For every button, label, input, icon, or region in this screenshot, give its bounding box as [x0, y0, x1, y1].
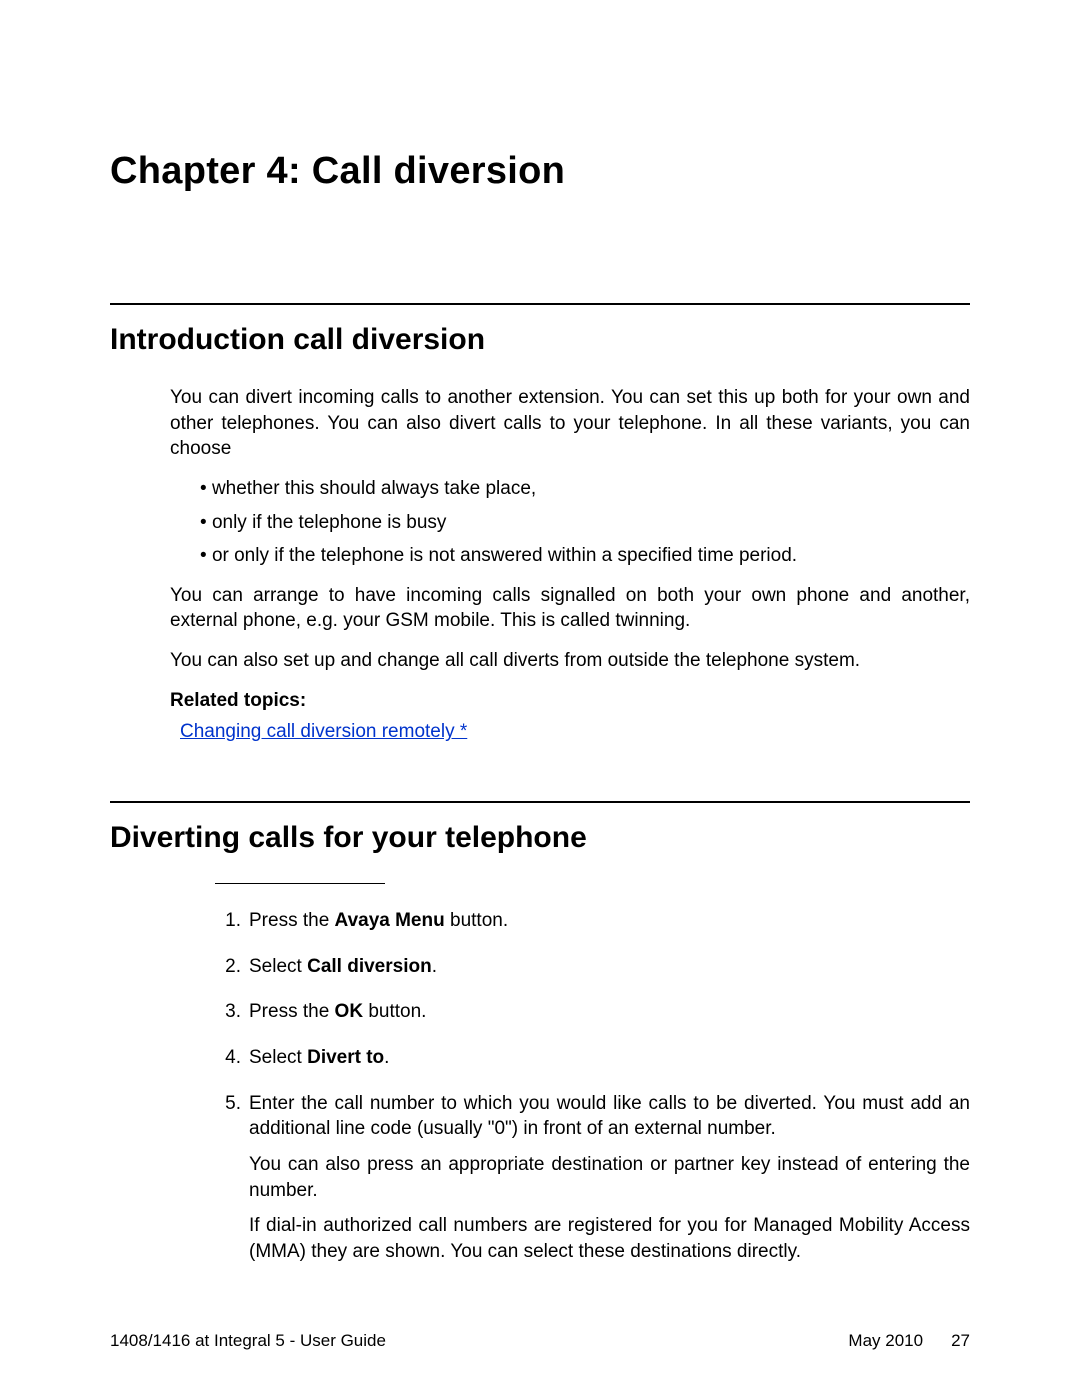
intro-para-2: You can arrange to have incoming calls s… [170, 583, 970, 634]
short-rule [215, 883, 385, 884]
section1-title: Introduction call diversion [110, 323, 970, 357]
section-rule [110, 801, 970, 803]
step-5: 5. Enter the call number to which you wo… [215, 1091, 970, 1275]
bullet-3: or only if the telephone is not answered… [200, 543, 970, 569]
bold-text: Avaya Menu [335, 910, 445, 931]
step-number: 1. [215, 908, 241, 944]
step-text: Press the OK button. [249, 999, 970, 1035]
bullet-1: whether this should always take place, [200, 476, 970, 502]
step-4: 4. Select Divert to. [215, 1045, 970, 1081]
related-topics-label: Related topics: [170, 688, 970, 714]
section2-title: Diverting calls for your telephone [110, 821, 970, 855]
section2: Diverting calls for your telephone 1. Pr… [110, 801, 970, 1274]
intro-bullets: whether this should always take place, o… [200, 476, 970, 569]
text: Select [249, 1047, 307, 1068]
text: Press the [249, 1001, 335, 1022]
footer-doc-title: 1408/1416 at Integral 5 - User Guide [110, 1331, 386, 1351]
text: . [384, 1047, 389, 1068]
step-number: 5. [215, 1091, 241, 1275]
footer-page-number: 27 [951, 1331, 970, 1351]
steps-list: 1. Press the Avaya Menu button. 2. Selec… [215, 908, 970, 1274]
section-rule [110, 303, 970, 305]
bold-text: Divert to [307, 1047, 384, 1068]
step-1: 1. Press the Avaya Menu button. [215, 908, 970, 944]
step-number: 3. [215, 999, 241, 1035]
related-topic-link[interactable]: Changing call diversion remotely * [180, 719, 467, 745]
text: Select [249, 956, 307, 977]
bold-text: Call diversion [307, 956, 432, 977]
step-number: 4. [215, 1045, 241, 1081]
bold-text: OK [335, 1001, 364, 1022]
step-text: Press the Avaya Menu button. [249, 908, 970, 944]
text: button. [445, 910, 508, 931]
text: button. [363, 1001, 426, 1022]
section1-body: You can divert incoming calls to another… [170, 385, 970, 745]
step5-p2: You can also press an appropriate destin… [249, 1152, 970, 1203]
footer-date: May 2010 [848, 1331, 923, 1351]
intro-para-1: You can divert incoming calls to another… [170, 385, 970, 462]
page: Chapter 4: Call diversion Introduction c… [0, 0, 1080, 1397]
text: Press the [249, 910, 335, 931]
step-text: Select Call diversion. [249, 954, 970, 990]
chapter-title: Chapter 4: Call diversion [110, 150, 970, 193]
step5-p1: Enter the call number to which you would… [249, 1091, 970, 1142]
step-2: 2. Select Call diversion. [215, 954, 970, 990]
text: . [432, 956, 437, 977]
intro-para-3: You can also set up and change all call … [170, 648, 970, 674]
step5-p3: If dial-in authorized call numbers are r… [249, 1213, 970, 1264]
step-number: 2. [215, 954, 241, 990]
page-footer: 1408/1416 at Integral 5 - User Guide May… [110, 1331, 970, 1351]
step-text: Enter the call number to which you would… [249, 1091, 970, 1275]
step-text: Select Divert to. [249, 1045, 970, 1081]
step-3: 3. Press the OK button. [215, 999, 970, 1035]
bullet-2: only if the telephone is busy [200, 510, 970, 536]
